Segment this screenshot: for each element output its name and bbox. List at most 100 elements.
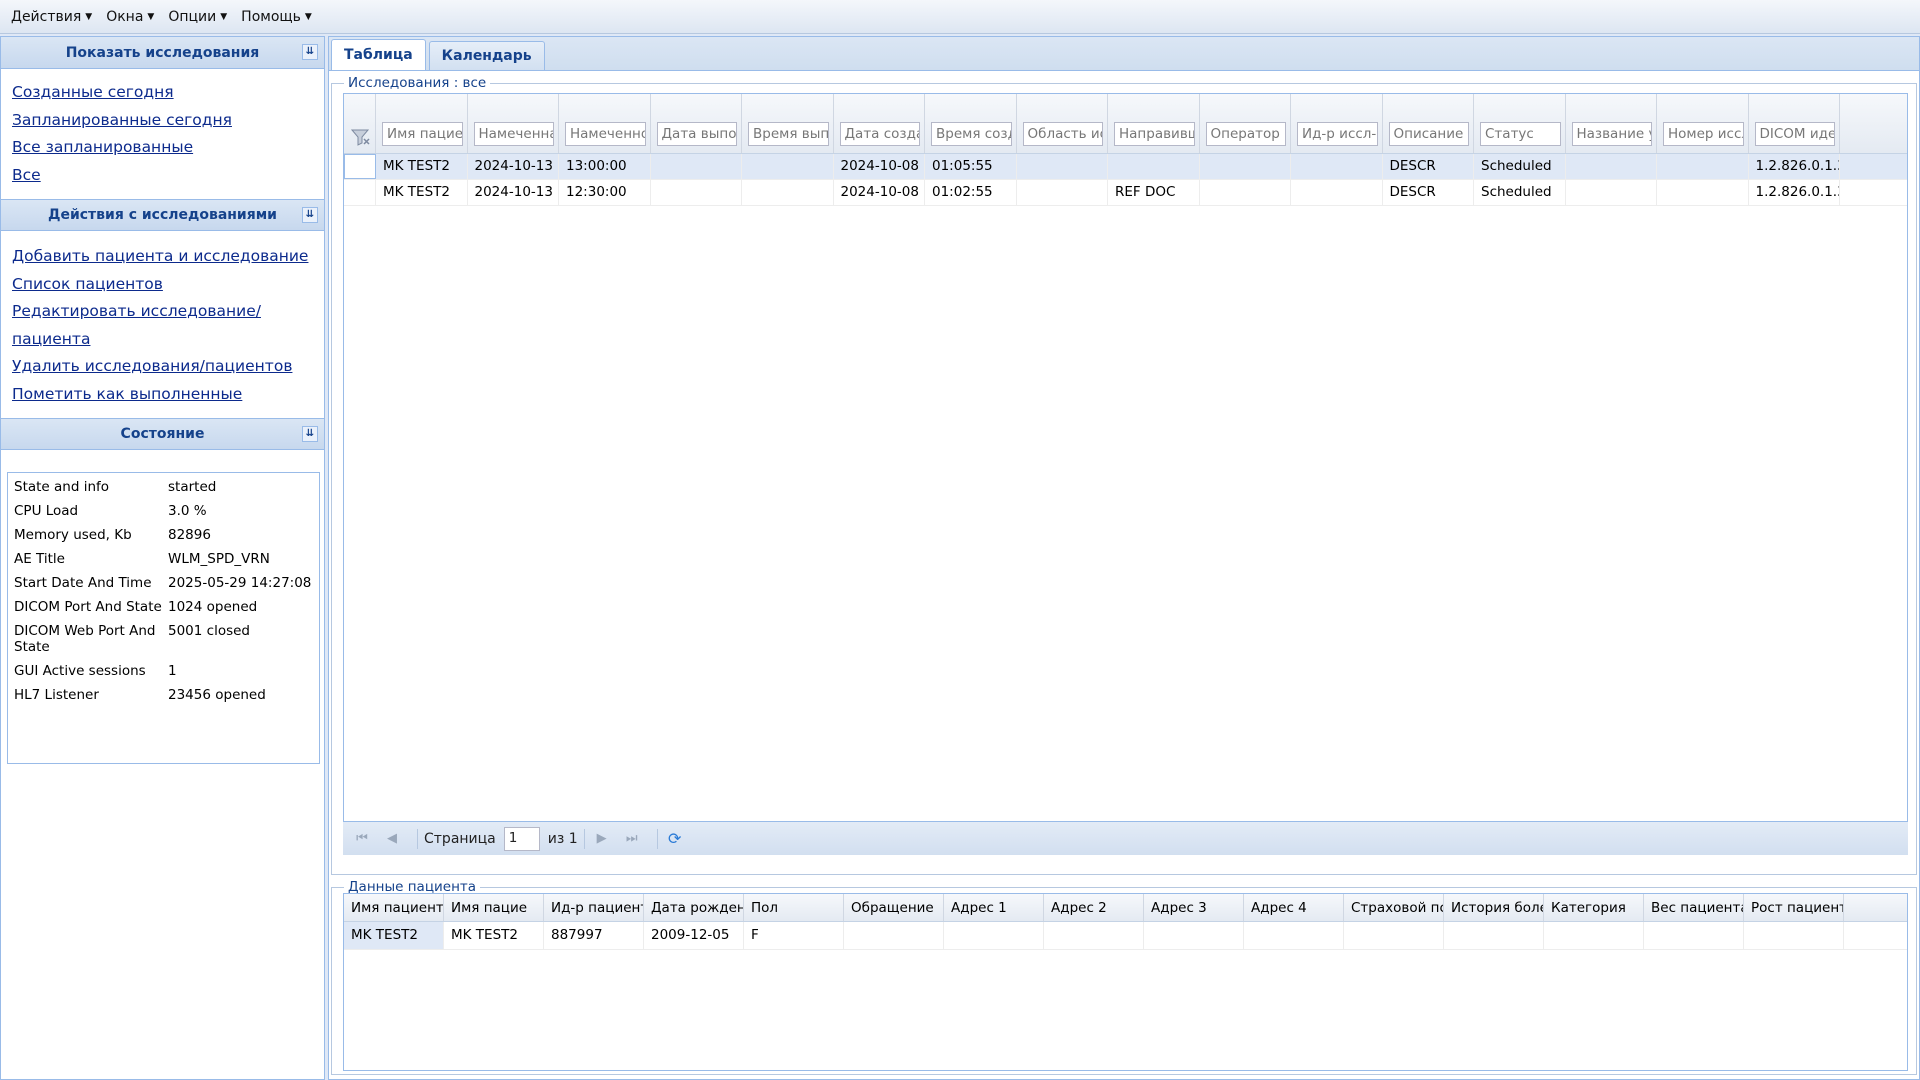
last-page-icon[interactable]: ⏭ <box>621 829 643 849</box>
menu-actions[interactable]: Действия ▼ <box>4 0 99 34</box>
column-header[interactable]: Адрес 3 <box>1144 894 1244 921</box>
table-cell: 12:30:00 <box>559 180 651 205</box>
column-header[interactable]: История боле <box>1444 894 1544 921</box>
show-studies-header[interactable]: Показать исследования ⇊ <box>1 37 324 69</box>
filter-cell: Дата созда <box>834 94 925 153</box>
link-all-scheduled[interactable]: Все запланированные <box>12 134 313 162</box>
link-created-today[interactable]: Созданные сегодня <box>12 79 313 107</box>
filter-cell: Название у <box>1566 94 1657 153</box>
column-header[interactable]: Дата рожден <box>644 894 744 921</box>
column-filter-input[interactable]: Дата созда <box>839 122 920 146</box>
column-header[interactable]: Рост пациент <box>1744 894 1844 921</box>
column-filter-input[interactable]: Намеченно <box>565 122 646 146</box>
column-filter-input[interactable]: Направивш <box>1114 122 1195 146</box>
filter-clear-icon[interactable] <box>344 94 376 153</box>
column-filter-input[interactable]: Время выпо <box>748 122 829 146</box>
studies-filter-row: Имя пациен Намеченна Намеченно Дата выпол Вр… <box>344 94 1907 154</box>
first-page-icon[interactable]: ⏮ <box>351 829 373 849</box>
link-edit-study-patient[interactable]: Редактировать исследование/пациента <box>12 298 313 353</box>
column-filter-input[interactable]: Статус <box>1480 122 1561 146</box>
menu-help[interactable]: Помощь ▼ <box>234 0 319 34</box>
next-page-icon[interactable]: ▶ <box>591 829 613 849</box>
column-filter-input[interactable]: Область ис <box>1022 122 1103 146</box>
table-cell <box>742 154 834 179</box>
column-header[interactable]: Пол <box>744 894 844 921</box>
study-actions-links: Добавить пациента и исследование Список … <box>1 231 324 418</box>
table-cell <box>1200 154 1291 179</box>
table-cell <box>1744 922 1844 949</box>
link-mark-completed[interactable]: Пометить как выполненные <box>12 381 313 409</box>
state-header[interactable]: Состояние ⇊ <box>1 418 324 450</box>
table-cell <box>1291 154 1383 179</box>
state-row: State and info started <box>14 475 313 499</box>
table-cell: 1.2.826.0.1.36 <box>1749 180 1840 205</box>
table-cell: 1.2.826.0.1.36 <box>1749 154 1840 179</box>
refresh-icon[interactable]: ⟳ <box>664 829 686 849</box>
column-header[interactable]: Адрес 4 <box>1244 894 1344 921</box>
state-value: 3.0 % <box>168 503 207 519</box>
column-header[interactable]: Адрес 2 <box>1044 894 1144 921</box>
link-all[interactable]: Все <box>12 162 313 190</box>
column-filter-input[interactable]: Время созд <box>931 122 1012 146</box>
column-filter-input[interactable]: Номер иссл <box>1663 122 1744 146</box>
filter-cell: Номер иссл <box>1657 94 1749 153</box>
column-filter-input[interactable]: Дата выпол <box>656 122 737 146</box>
row-selector[interactable] <box>344 180 376 205</box>
link-delete-studies-patients[interactable]: Удалить исследования/пациентов <box>12 353 313 381</box>
column-filter-input[interactable]: DICOM иде <box>1754 122 1835 146</box>
table-row[interactable]: MK TEST2 MK TEST2 887997 2009-12-05 F <box>344 922 1907 950</box>
column-filter-input[interactable]: Описание <box>1388 122 1469 146</box>
row-selector[interactable] <box>344 154 376 179</box>
state-table: State and info started CPU Load 3.0 % Memo… <box>7 472 320 764</box>
link-patient-list[interactable]: Список пациентов <box>12 271 313 299</box>
column-filter-input[interactable]: Ид-р иссл-я <box>1297 122 1378 146</box>
study-actions-header[interactable]: Действия с исследованиями ⇊ <box>1 199 324 231</box>
link-add-patient-study[interactable]: Добавить пациента и исследование <box>12 243 313 271</box>
pager-separator <box>583 828 585 849</box>
page-input[interactable]: 1 <box>503 826 540 851</box>
tab-table[interactable]: Таблица <box>331 39 426 70</box>
column-header[interactable]: Ид-р пациент <box>544 894 644 921</box>
column-filter-input[interactable]: Намеченна <box>473 122 554 146</box>
column-header[interactable]: Вес пациента <box>1644 894 1744 921</box>
collapse-icon[interactable]: ⇊ <box>302 426 318 442</box>
menu-actions-label: Действия <box>11 8 82 25</box>
table-cell <box>1108 154 1200 179</box>
filter-cell: Время выпо <box>742 94 834 153</box>
table-cell <box>1291 180 1383 205</box>
table-cell: DESCR <box>1383 180 1474 205</box>
filter-cell: Намеченно <box>559 94 651 153</box>
table-cell: DESCR <box>1383 154 1474 179</box>
column-filter-input[interactable]: Название у <box>1571 122 1652 146</box>
column-filter-input[interactable]: Оператор ( <box>1205 122 1286 146</box>
show-studies-title: Показать исследования <box>65 44 260 61</box>
filter-cell: Ид-р иссл-я <box>1291 94 1383 153</box>
column-filter-input[interactable]: Имя пациен <box>382 122 463 146</box>
tab-calendar[interactable]: Календарь <box>428 41 545 70</box>
state-value: 82896 <box>168 527 211 543</box>
column-header[interactable]: Имя пациента <box>344 894 444 921</box>
table-cell <box>1544 922 1644 949</box>
collapse-icon[interactable]: ⇊ <box>302 44 318 60</box>
table-cell: 2009-12-05 <box>644 922 744 949</box>
table-cell: 2024-10-08 <box>834 154 925 179</box>
column-header[interactable]: Страховой пс <box>1344 894 1444 921</box>
filter-cell: Область ис <box>1017 94 1108 153</box>
filter-cell: Дата выпол <box>651 94 742 153</box>
column-header[interactable]: Категория <box>1544 894 1644 921</box>
table-cell: Scheduled <box>1474 180 1566 205</box>
state-row: DICOM Port And State 1024 opened <box>14 595 313 619</box>
menu-options[interactable]: Опции ▼ <box>161 0 234 34</box>
link-scheduled-today[interactable]: Запланированные сегодня <box>12 107 313 135</box>
table-cell <box>1244 922 1344 949</box>
column-header[interactable]: Адрес 1 <box>944 894 1044 921</box>
prev-page-icon[interactable]: ◀ <box>381 829 403 849</box>
state-row: Memory used, Kb 82896 <box>14 523 313 547</box>
table-row[interactable]: MK TEST2 2024-10-13 13:00:00 2024-10-08 01:0… <box>344 154 1907 180</box>
menu-windows[interactable]: Окна ▼ <box>99 0 161 34</box>
column-header[interactable]: Обращение <box>844 894 944 921</box>
table-cell: MK TEST2 <box>376 180 468 205</box>
collapse-icon[interactable]: ⇊ <box>302 207 318 223</box>
table-row[interactable]: MK TEST2 2024-10-13 12:30:00 2024-10-08 01:0… <box>344 180 1907 206</box>
column-header[interactable]: Имя пацие <box>444 894 544 921</box>
